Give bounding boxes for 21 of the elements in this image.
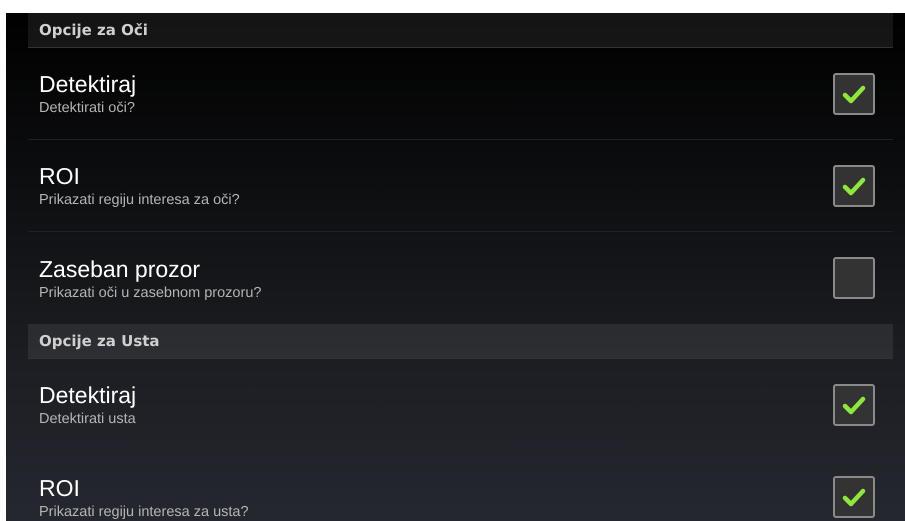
checkbox[interactable] (833, 476, 875, 518)
checkbox[interactable] (833, 72, 875, 114)
section-header: Opcije za Usta (28, 324, 893, 359)
checkbox[interactable] (833, 384, 875, 426)
check-icon (842, 84, 866, 104)
setting-summary: Prikazati regiju interesa za oči? (39, 192, 240, 208)
setting-title: Detektiraj (39, 71, 136, 98)
setting-title: ROI (39, 163, 81, 190)
setting-summary: Detektirati usta (39, 411, 136, 427)
checkbox[interactable] (833, 257, 875, 299)
setting-title: Zaseban prozor (39, 256, 202, 282)
setting-summary: Detektirati oči? (39, 100, 136, 116)
check-icon (842, 487, 866, 507)
setting-title: Detektiraj (39, 382, 136, 409)
section-header: Opcije za Oči (28, 13, 893, 48)
check-icon (842, 176, 866, 196)
setting-summary: Prikazati regiju interesa za usta? (39, 504, 249, 520)
checkbox[interactable] (833, 164, 875, 206)
setting-title: ROI (39, 474, 81, 502)
setting-summary: Prikazati oči u zasebnom prozoru? (39, 284, 262, 300)
check-icon (842, 394, 866, 414)
